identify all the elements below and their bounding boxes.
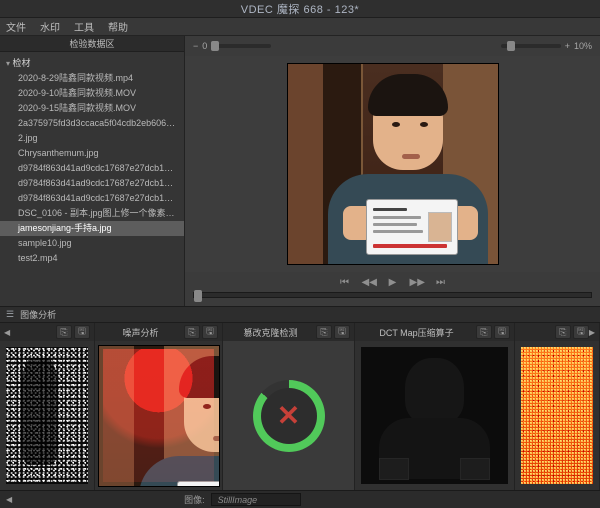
save-icon[interactable]: 🖫 [74, 325, 90, 339]
panel-image [361, 347, 508, 484]
id-card [366, 199, 458, 255]
tree-item[interactable]: DSC_0106 - 副本.jpg图上修一个像素again.jpg [0, 206, 184, 221]
save-icon[interactable]: 🖫 [334, 325, 350, 339]
menubar: 文件 水印 工具 帮助 [0, 18, 600, 36]
chevron-left-icon[interactable]: ◀ [6, 495, 12, 504]
panel-title: 噪声分析 [99, 326, 182, 339]
tree-item[interactable]: sample10.jpg [0, 236, 184, 251]
sidebar: 检验数据区 ▾ 检材 2020-8-29陆鑫同款视频.mp4 2020-9-10… [0, 36, 185, 306]
save-icon[interactable]: 🖫 [202, 325, 218, 339]
zoom-slider-left[interactable] [211, 44, 271, 48]
menu-help[interactable]: 帮助 [108, 19, 128, 34]
save-icon[interactable]: 🖫 [494, 325, 510, 339]
save-icon[interactable]: 🖫 [573, 325, 589, 339]
file-tree[interactable]: ▾ 检材 2020-8-29陆鑫同款视频.mp4 2020-9-10陆鑫同款视频… [0, 52, 184, 306]
tree-item[interactable]: 2020-9-15陆鑫同款视频.MOV [0, 101, 184, 116]
play-button[interactable]: ▶ [386, 277, 400, 288]
chevron-right-icon[interactable]: ▶ [589, 328, 595, 337]
next-button[interactable]: ⏭ [434, 277, 448, 288]
tree-item-selected[interactable]: jamesonjiang-手持a.jpg [0, 221, 184, 236]
panel-title: 篡改克隆检测 [227, 326, 314, 339]
preview-image [288, 64, 498, 264]
tree-item[interactable]: 2020-8-29陆鑫同款视频.mp4 [0, 71, 184, 86]
zoom-left-value: 0 [202, 41, 207, 51]
copy-icon[interactable]: ⎘ [555, 325, 571, 339]
zoom-slider-right[interactable] [501, 44, 561, 48]
menu-file[interactable]: 文件 [6, 19, 26, 34]
prev-button[interactable]: ⏮ [338, 277, 352, 288]
tree-item[interactable]: 2020-9-10陆鑫同款视频.MOV [0, 86, 184, 101]
main-split: 检验数据区 ▾ 检材 2020-8-29陆鑫同款视频.mp4 2020-9-10… [0, 36, 600, 306]
statusbar: ◀ 图像: StillImage [0, 490, 600, 508]
panel-image [6, 347, 88, 484]
tree-root[interactable]: ▾ 检材 [0, 54, 184, 71]
panel-noise-analysis: 噪声分析 ⎘ 🖫 [95, 323, 223, 490]
analysis-section-title: 图像分析 [20, 308, 56, 321]
zoom-out-icon[interactable]: − [193, 41, 198, 51]
panel-tamper-detect: 篡改克隆检测 ⎘ 🖫 ✕ [223, 323, 355, 490]
sidebar-panel-title: 检验数据区 [0, 36, 184, 52]
preview-column: − 0 + 10% [185, 36, 600, 306]
list-icon[interactable]: ☰ [6, 309, 14, 320]
detection-result: ✕ [223, 341, 354, 490]
menu-tools[interactable]: 工具 [74, 19, 94, 34]
panel-noise-bw: ◀ ⎘ 🖫 [0, 323, 95, 490]
chevron-down-icon: ▾ [6, 59, 10, 68]
timeline[interactable] [185, 292, 600, 306]
tree-item[interactable]: d9784f863d41ad9cdc17687e27dcb128_2.mp4 [0, 176, 184, 191]
status-value: StillImage [211, 493, 301, 506]
tree-item[interactable]: 2.jpg [0, 131, 184, 146]
zoom-right-value: 10% [574, 41, 592, 51]
window-titlebar: VDEC 魔探 668 - 123* [0, 0, 600, 18]
tree-item[interactable]: 2a375975fd3d3ccaca5f04cdb2eb606de[1].mp4 [0, 116, 184, 131]
panel-title: DCT Map压缩算子 [359, 326, 474, 339]
tree-item[interactable]: Chrysanthemum.jpg [0, 146, 184, 161]
tree-item[interactable]: test2.mp4 [0, 251, 184, 266]
tree-root-label: 检材 [13, 58, 31, 68]
analysis-section-header: ☰ 图像分析 [0, 306, 600, 322]
analysis-panels-row: ◀ ⎘ 🖫 噪声分析 ⎘ 🖫 篡改克隆检测 ⎘ 🖫 [0, 322, 600, 490]
status-label: 图像: [184, 493, 205, 506]
panel-image [95, 341, 222, 490]
forward-button[interactable]: ▶▶ [410, 277, 424, 288]
chevron-left-icon[interactable]: ◀ [4, 328, 10, 337]
zoom-in-icon[interactable]: + [565, 41, 570, 51]
copy-icon[interactable]: ⎘ [476, 325, 492, 339]
x-mark-icon: ✕ [277, 402, 300, 430]
rewind-button[interactable]: ◀◀ [362, 277, 376, 288]
tree-item[interactable]: d9784f863d41ad9cdc17687e27dcb128.mp4 [0, 191, 184, 206]
preview-canvas[interactable] [185, 56, 600, 272]
preview-header: − 0 + 10% [185, 36, 600, 56]
copy-icon[interactable]: ⎘ [56, 325, 72, 339]
copy-icon[interactable]: ⎘ [184, 325, 200, 339]
panel-extra: ⎘ 🖫 ▶ [515, 323, 600, 490]
window-title: VDEC 魔探 668 - 123* [241, 1, 359, 17]
menu-watermark[interactable]: 水印 [40, 19, 60, 34]
panel-dct-map: DCT Map压缩算子 ⎘ 🖫 [355, 323, 515, 490]
tree-item[interactable]: d9784f863d41ad9cdc17687e27dcb128_1.mp4 [0, 161, 184, 176]
panel-image [521, 347, 593, 484]
copy-icon[interactable]: ⎘ [316, 325, 332, 339]
transport-controls: ⏮ ◀◀ ▶ ▶▶ ⏭ [185, 272, 600, 292]
